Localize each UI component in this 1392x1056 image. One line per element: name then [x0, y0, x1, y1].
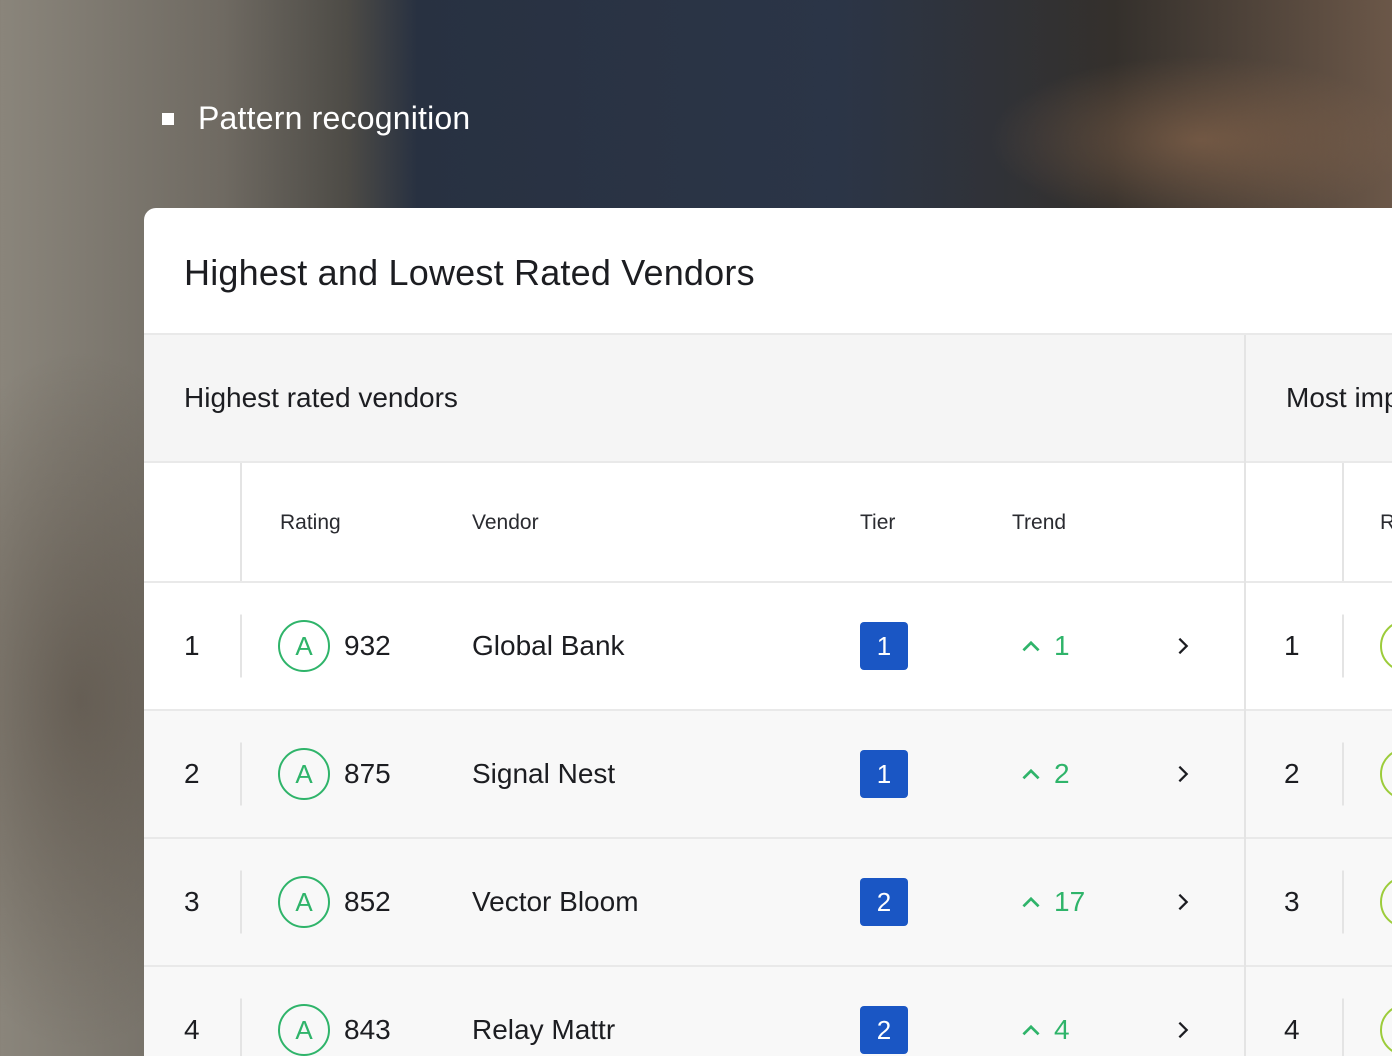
column-divider: [240, 742, 242, 806]
table-row[interactable]: 4: [1246, 967, 1392, 1056]
grade-badge: A: [278, 620, 330, 672]
grade-badge: A: [278, 876, 330, 928]
grade-badge: [1380, 1004, 1392, 1056]
table-row[interactable]: 2 A 875 Signal Nest 1 2: [144, 711, 1244, 839]
vendor-name[interactable]: Signal Nest: [472, 758, 615, 790]
chevron-right-icon[interactable]: [1172, 891, 1194, 913]
column-header-rating[interactable]: Rating: [280, 511, 341, 535]
trend-indicator: 17: [1018, 886, 1085, 918]
table-header-row: R: [1246, 463, 1392, 583]
rating-score: 875: [344, 758, 391, 789]
table-header-row: Rating Vendor Tier Trend: [144, 463, 1244, 583]
column-divider: [1342, 998, 1344, 1056]
column-divider: [240, 870, 242, 934]
trend-value: 1: [1054, 630, 1070, 661]
column-header-rating[interactable]: R: [1380, 511, 1392, 535]
card-header: Highest and Lowest Rated Vendors: [144, 208, 1392, 335]
grade-badge: [1380, 876, 1392, 928]
trend-indicator: 1: [1018, 630, 1070, 662]
grade-badge: [1380, 748, 1392, 800]
table-row[interactable]: 1 A 932 Global Bank 1 1: [144, 583, 1244, 711]
section-heading-most-improved: Most imp: [1246, 335, 1392, 463]
grade-badge: A: [278, 748, 330, 800]
column-header-tier[interactable]: Tier: [860, 511, 895, 535]
rating-score: 932: [344, 630, 391, 661]
tier-badge: 1: [860, 622, 908, 670]
chevron-right-icon[interactable]: [1172, 763, 1194, 785]
table-row[interactable]: 1: [1246, 583, 1392, 711]
rank-value: 2: [184, 758, 200, 789]
chevron-right-icon[interactable]: [1172, 1019, 1194, 1041]
rank-value: 4: [184, 1014, 200, 1045]
column-divider: [1342, 463, 1344, 581]
column-divider: [1342, 614, 1344, 678]
vendor-name[interactable]: Relay Mattr: [472, 1014, 615, 1046]
highest-rated-panel: Highest rated vendors Rating Vendor Tier…: [144, 335, 1244, 1056]
column-divider: [1342, 870, 1344, 934]
bullet-square-icon: [162, 112, 174, 125]
trend-up-icon: [1022, 1024, 1040, 1036]
grade-badge: A: [278, 1004, 330, 1056]
table-row[interactable]: 2: [1246, 711, 1392, 839]
table-row[interactable]: 3 A 852 Vector Bloom 2 17: [144, 839, 1244, 967]
tier-badge: 2: [860, 1006, 908, 1054]
table-row[interactable]: 3: [1246, 839, 1392, 967]
rank-value: 1: [1284, 630, 1300, 661]
rank-value: 3: [184, 886, 200, 917]
column-header-vendor[interactable]: Vendor: [472, 511, 539, 535]
trend-up-icon: [1022, 768, 1040, 780]
trend-value: 4: [1054, 1014, 1070, 1045]
card-panels: Highest rated vendors Rating Vendor Tier…: [144, 335, 1392, 1056]
trend-indicator: 2: [1018, 758, 1070, 790]
trend-value: 17: [1054, 886, 1086, 917]
column-header-trend[interactable]: Trend: [1012, 511, 1066, 535]
column-divider: [240, 463, 242, 581]
rank-value: 3: [1284, 886, 1300, 917]
vendor-name[interactable]: Vector Bloom: [472, 886, 639, 918]
section-heading-highest: Highest rated vendors: [144, 335, 1244, 463]
tier-badge: 2: [860, 878, 908, 926]
feature-bullet: Pattern recognition: [162, 100, 470, 137]
rank-value: 4: [1284, 1014, 1300, 1045]
trend-up-icon: [1022, 896, 1040, 908]
vendor-name[interactable]: Global Bank: [472, 630, 625, 662]
trend-value: 2: [1054, 758, 1070, 789]
rating-score: 852: [344, 886, 391, 917]
column-divider: [240, 614, 242, 678]
trend-indicator: 4: [1018, 1014, 1070, 1046]
vendors-card: Highest and Lowest Rated Vendors Highest…: [144, 208, 1392, 1056]
rank-value: 1: [184, 630, 200, 661]
column-divider: [1342, 742, 1344, 806]
card-title: Highest and Lowest Rated Vendors: [184, 252, 755, 293]
feature-bullet-text: Pattern recognition: [198, 100, 471, 136]
rank-value: 2: [1284, 758, 1300, 789]
most-improved-panel: Most imp R 1 2 3 4: [1246, 335, 1392, 1056]
table-row[interactable]: 4 A 843 Relay Mattr 2 4: [144, 967, 1244, 1056]
trend-up-icon: [1022, 640, 1040, 652]
chevron-right-icon[interactable]: [1172, 635, 1194, 657]
column-divider: [240, 998, 242, 1056]
rating-score: 843: [344, 1014, 391, 1045]
tier-badge: 1: [860, 750, 908, 798]
grade-badge: [1380, 620, 1392, 672]
